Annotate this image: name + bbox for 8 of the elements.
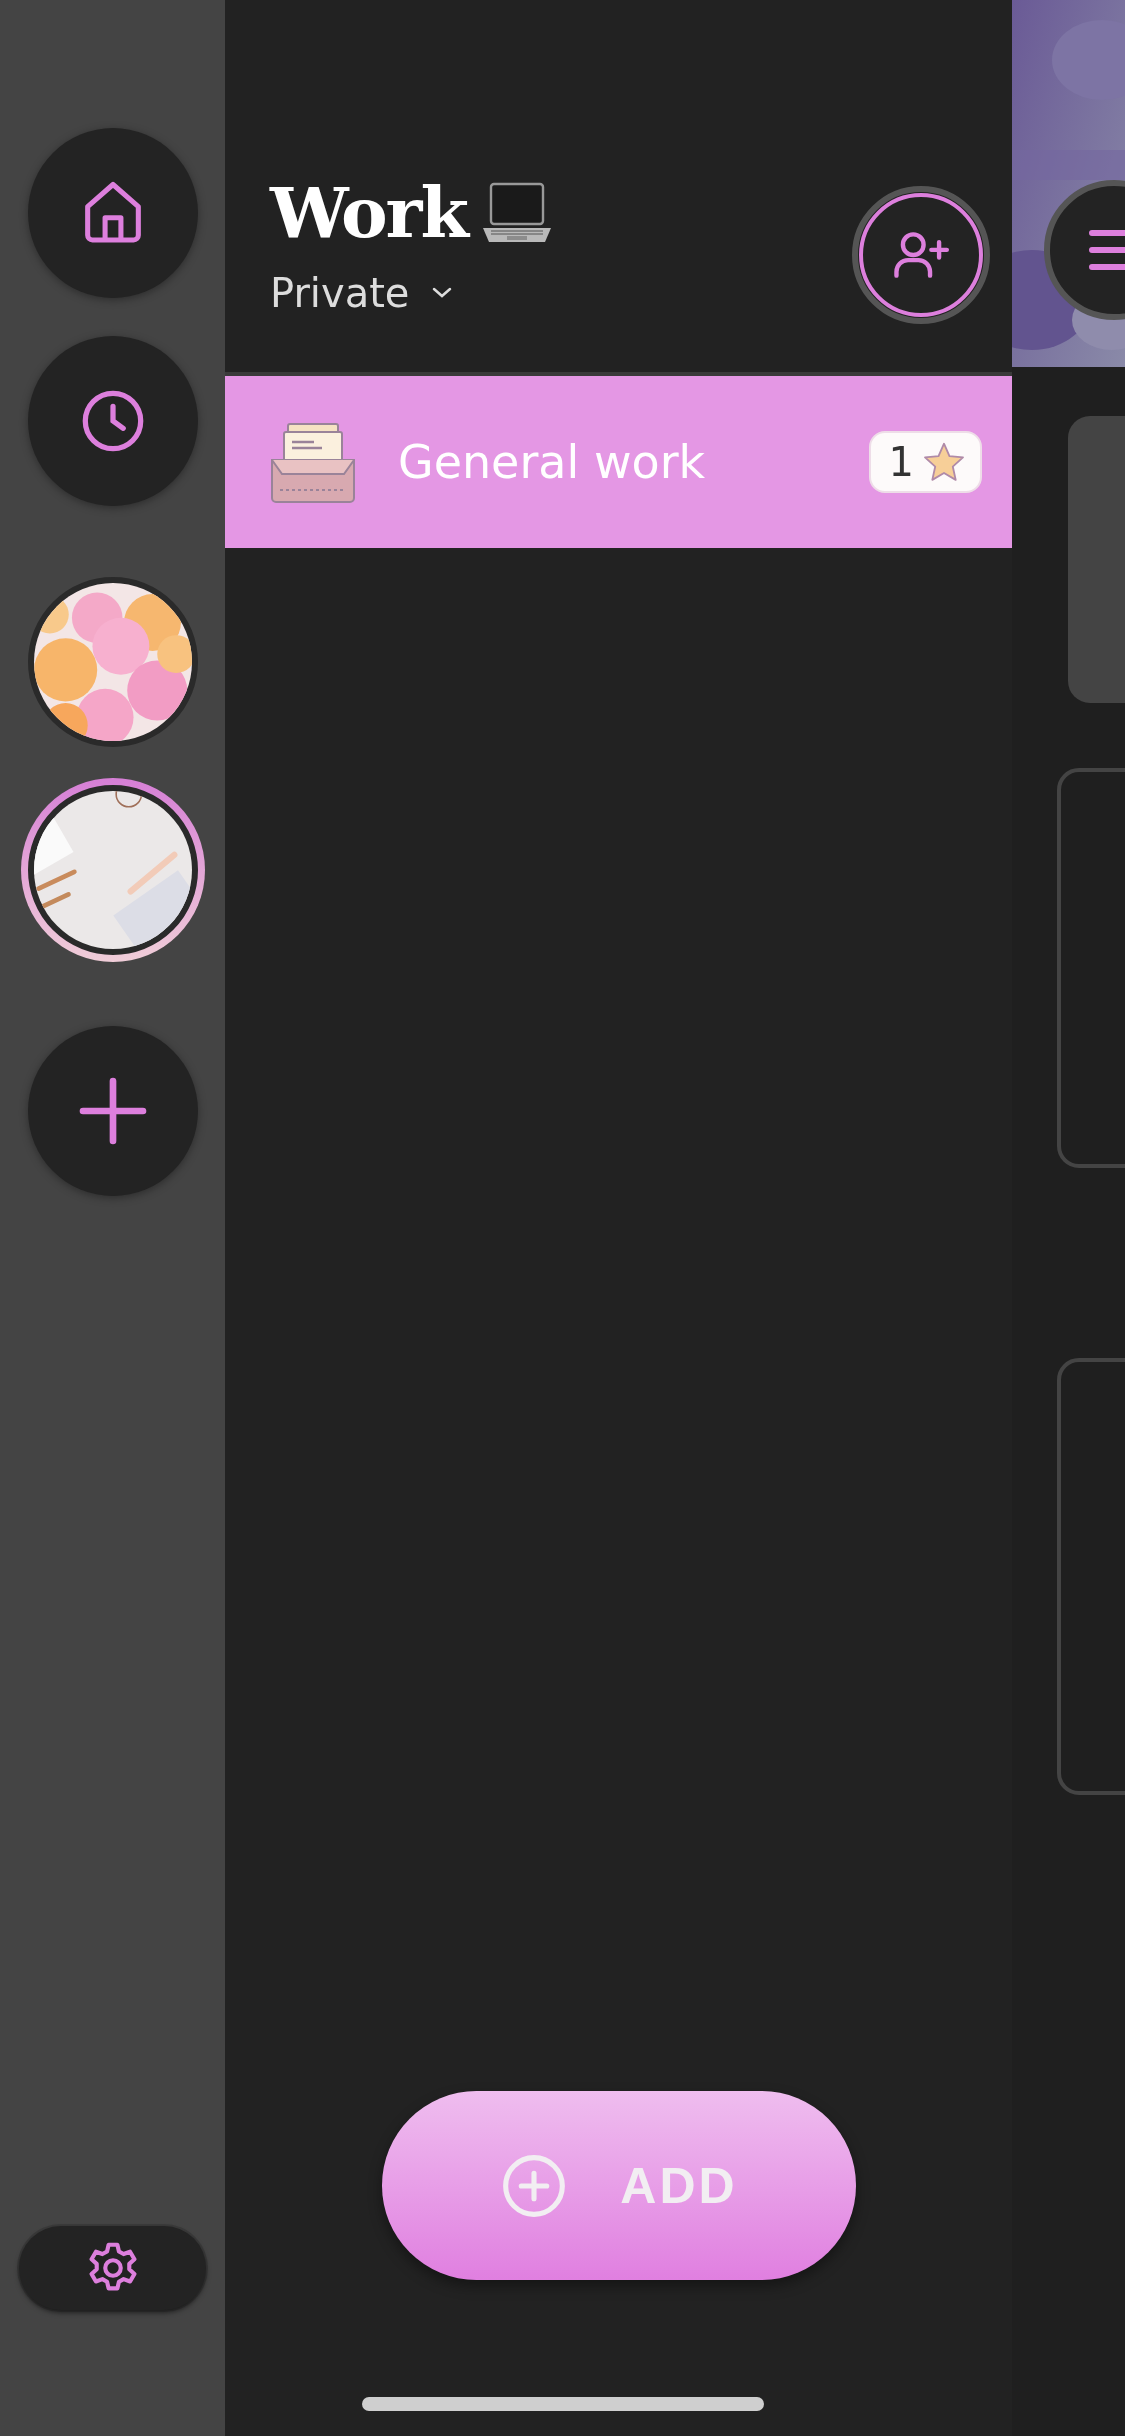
chevron-down-icon [431,286,454,300]
count-badge: 1 [868,431,982,493]
list-name: General work [398,435,707,489]
inbox-tray-icon [270,420,356,504]
list-row[interactable]: General work 1 [225,376,1012,548]
visibility-dropdown[interactable]: Private [270,270,553,316]
settings-button[interactable] [19,2226,206,2310]
star-icon [922,441,966,483]
